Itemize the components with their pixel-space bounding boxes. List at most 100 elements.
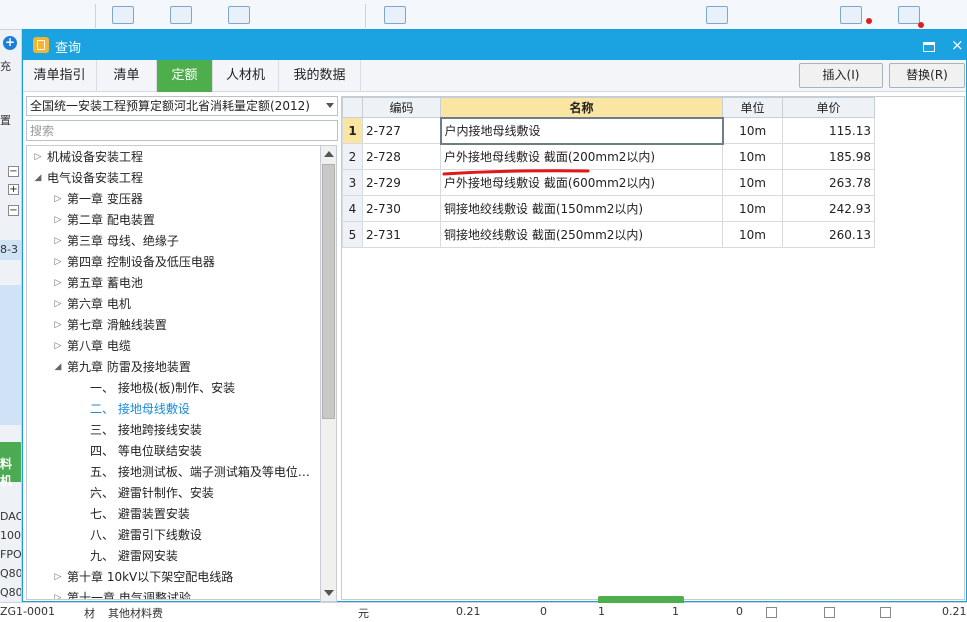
collapse-icon[interactable]: − [8, 205, 19, 216]
dialog-titlebar[interactable]: 查询 × [23, 30, 966, 60]
collapsed-arrow-icon[interactable]: ▷ [53, 588, 63, 599]
tree-item[interactable]: 九、 避雷网安装 [27, 546, 322, 567]
header-name[interactable]: 名称 [440, 97, 723, 118]
cell-code[interactable]: 2-731 [362, 221, 441, 248]
header-code[interactable]: 编码 [362, 97, 441, 118]
collapsed-arrow-icon[interactable]: ▷ [53, 210, 63, 231]
tree-item[interactable]: ▷ 第一章 变压器 [27, 189, 322, 210]
row-index[interactable]: 2 [342, 143, 363, 170]
collapsed-arrow-icon[interactable]: ▷ [53, 336, 63, 357]
cell-code[interactable]: 2-729 [362, 169, 441, 196]
tab-labor-material-machine[interactable]: 人材机 [213, 60, 279, 92]
tab-my-data[interactable]: 我的数据 [279, 60, 361, 92]
tree-item[interactable]: ▷ 机械设备安装工程 [27, 147, 322, 168]
tree-item[interactable]: ◢ 电气设备安装工程 [27, 168, 322, 189]
tree-item[interactable]: 二、 接地母线敷设 [27, 399, 322, 420]
insert-button[interactable]: 插入(I) [799, 63, 883, 88]
toolbar-icon[interactable] [706, 6, 728, 24]
table-row[interactable]: 5 2-731 铜接地绞线敷设 截面(250mm2以内) 10m 260.13 [342, 221, 875, 248]
tree-item[interactable]: ▷ 第二章 配电装置 [27, 210, 322, 231]
tree-item[interactable]: ▷ 第八章 电缆 [27, 336, 322, 357]
replace-button[interactable]: 替换(R) [889, 63, 965, 88]
tree-item[interactable]: ▷ 第三章 母线、绝缘子 [27, 231, 322, 252]
cell-price[interactable]: 242.93 [782, 195, 875, 222]
collapsed-arrow-icon[interactable]: ▷ [53, 252, 63, 273]
tab-bill[interactable]: 清单 [97, 60, 157, 92]
cell-unit[interactable]: 10m [722, 195, 783, 222]
tree-item[interactable]: ▷ 第十章 10kV以下架空配电线路 [27, 567, 322, 588]
row-index[interactable]: 4 [342, 195, 363, 222]
tree-item[interactable]: 八、 避雷引下线敷设 [27, 525, 322, 546]
scroll-up-icon[interactable] [324, 151, 334, 157]
cell-code[interactable]: 2-727 [362, 117, 441, 144]
collapsed-arrow-icon[interactable]: ▷ [53, 315, 63, 336]
row-index[interactable]: 5 [342, 221, 363, 248]
header-price[interactable]: 单价 [782, 97, 875, 118]
header-unit[interactable]: 单位 [722, 97, 783, 118]
checkbox[interactable] [880, 607, 891, 618]
collapsed-arrow-icon[interactable]: ▷ [33, 147, 43, 168]
cell-price[interactable]: 263.78 [782, 169, 875, 196]
tree-item[interactable]: ▷ 第六章 电机 [27, 294, 322, 315]
row-index[interactable]: 3 [342, 169, 363, 196]
cell-price[interactable]: 115.13 [782, 117, 875, 144]
add-icon[interactable]: + [3, 36, 17, 50]
cell-price[interactable]: 260.13 [782, 221, 875, 248]
search-input[interactable] [26, 120, 338, 141]
close-icon[interactable]: × [951, 36, 964, 54]
toolbar-icon[interactable] [112, 6, 134, 24]
quota-library-select[interactable]: 全国统一安装工程预算定额河北省消耗量定额(2012) [26, 96, 338, 116]
collapse-icon[interactable]: − [8, 166, 19, 177]
cell-name[interactable]: 户内接地母线敷设 [439, 116, 724, 145]
cell-name[interactable]: 铜接地绞线敷设 截面(150mm2以内) [440, 195, 723, 222]
collapsed-arrow-icon[interactable]: ▷ [53, 567, 63, 588]
table-row[interactable]: 2 2-728 户外接地母线敷设 截面(200mm2以内) 10m 185.98 [342, 143, 875, 170]
toolbar-icon[interactable] [228, 6, 250, 24]
expanded-arrow-icon[interactable]: ◢ [33, 168, 43, 189]
toolbar-icon[interactable] [840, 6, 862, 24]
tree-item[interactable]: ▷ 第七章 滑触线装置 [27, 315, 322, 336]
cell-code[interactable]: 2-728 [362, 143, 441, 170]
collapsed-arrow-icon[interactable]: ▷ [53, 231, 63, 252]
cell-unit[interactable]: 10m [722, 117, 783, 144]
expand-icon[interactable]: + [8, 184, 19, 195]
cell-price[interactable]: 185.98 [782, 143, 875, 170]
cell-unit[interactable]: 10m [722, 221, 783, 248]
toolbar-icon[interactable] [898, 6, 920, 24]
maximize-icon[interactable] [921, 38, 935, 52]
collapsed-arrow-icon[interactable]: ▷ [53, 294, 63, 315]
tree-item[interactable]: ▷ 第四章 控制设备及低压电器 [27, 252, 322, 273]
tree-item[interactable]: ▷ 第十一章 电气调整试验 [27, 588, 322, 599]
table-row[interactable]: 3 2-729 户外接地母线敷设 截面(600mm2以内) 10m 263.78 [342, 169, 875, 196]
tab-bill-guide[interactable]: 清单指引 [23, 60, 97, 92]
tree-item[interactable]: 五、 接地测试板、端子测试箱及等电位… [27, 462, 322, 483]
tree-item[interactable]: 一、 接地极(板)制作、安装 [27, 378, 322, 399]
cell-name[interactable]: 铜接地绞线敷设 截面(250mm2以内) [440, 221, 723, 248]
scroll-down-icon[interactable] [324, 590, 334, 596]
table-row[interactable]: 1 2-727 户内接地母线敷设 10m 115.13 [342, 116, 875, 145]
cell-name[interactable]: 户外接地母线敷设 截面(200mm2以内) [440, 143, 723, 170]
checkbox[interactable] [766, 607, 777, 618]
collapsed-arrow-icon[interactable]: ▷ [53, 189, 63, 210]
toolbar-icon[interactable] [170, 6, 192, 24]
tree-item[interactable]: ▷ 六、 避雷针制作、安装 [27, 483, 322, 504]
tree-item[interactable]: ▷ 第五章 蓄电池 [27, 273, 322, 294]
row-index[interactable]: 1 [342, 117, 363, 144]
table-row[interactable]: 4 2-730 铜接地绞线敷设 截面(150mm2以内) 10m 242.93 [342, 195, 875, 222]
tree-item[interactable]: 七、 避雷装置安装 [27, 504, 322, 525]
tree-item[interactable]: ◢ 第九章 防雷及接地装置 [27, 357, 322, 378]
checkbox[interactable] [824, 607, 835, 618]
background-tab[interactable]: 料机 [0, 442, 21, 488]
cell-unit[interactable]: 10m [722, 169, 783, 196]
tab-quota[interactable]: 定额 [157, 60, 213, 92]
tree-scrollbar[interactable] [320, 145, 337, 602]
toolbar-icon[interactable] [384, 6, 406, 24]
cell-code[interactable]: 2-730 [362, 195, 441, 222]
scroll-thumb[interactable] [322, 164, 335, 419]
cell-unit[interactable]: 10m [722, 143, 783, 170]
collapsed-arrow-icon[interactable]: ▷ [53, 273, 63, 294]
expanded-arrow-icon[interactable]: ◢ [53, 357, 63, 378]
tree-item[interactable]: 三、 接地跨接线安装 [27, 420, 322, 441]
panel-splitter-handle[interactable] [598, 596, 684, 603]
tree-item[interactable]: 四、 等电位联结安装 [27, 441, 322, 462]
